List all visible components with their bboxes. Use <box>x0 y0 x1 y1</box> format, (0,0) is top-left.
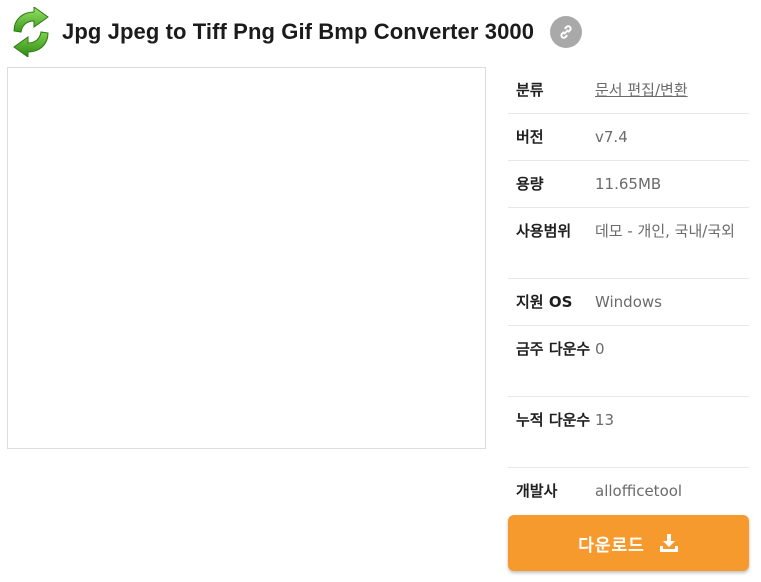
info-value: 11.65MB <box>595 175 662 193</box>
info-table: 분류 문서 편집/변환 버전 v7.4 용량 11.65MB 사용범위 데모 -… <box>508 67 749 515</box>
info-value: v7.4 <box>595 128 628 146</box>
info-value: 0 <box>595 340 605 358</box>
app-screenshot-area <box>7 67 486 449</box>
category-link[interactable]: 문서 편집/변환 <box>595 81 688 99</box>
info-row-size: 용량 11.65MB <box>508 161 749 208</box>
page-title: Jpg Jpeg to Tiff Png Gif Bmp Converter 3… <box>62 19 535 44</box>
copy-link-button[interactable] <box>550 16 583 48</box>
info-label: 용량 <box>516 175 544 193</box>
info-row-total-downloads: 누적 다운수 13 <box>508 397 749 468</box>
info-value: 13 <box>595 411 615 429</box>
info-row-category: 분류 문서 편집/변환 <box>508 67 749 114</box>
info-label: 버전 <box>516 128 544 146</box>
link-icon <box>560 25 572 39</box>
info-label: 누적 다운수 <box>516 411 591 429</box>
info-row-os: 지원 OS Windows <box>508 279 749 326</box>
download-button-label: 다운로드 <box>578 535 645 556</box>
recycle-arrows-icon <box>13 7 49 57</box>
info-value: allofficetool <box>595 482 683 500</box>
info-value: 데모 - 개인, 국내/국외 <box>595 222 735 240</box>
info-label: 분류 <box>516 81 544 99</box>
info-label: 지원 OS <box>516 293 573 311</box>
info-row-weekly-downloads: 금주 다운수 0 <box>508 326 749 397</box>
download-icon <box>659 534 678 552</box>
info-value: 문서 편집/변환 <box>595 78 749 113</box>
info-row-developer: 개발사 allofficetool <box>508 468 749 515</box>
info-value: Windows <box>595 293 662 311</box>
info-label: 사용범위 <box>516 222 572 240</box>
info-label: 금주 다운수 <box>516 340 591 358</box>
info-label: 개발사 <box>516 482 558 500</box>
info-row-license: 사용범위 데모 - 개인, 국내/국외 <box>508 208 749 279</box>
download-button[interactable]: 다운로드 <box>508 515 749 571</box>
page-header: Jpg Jpeg to Tiff Png Gif Bmp Converter 3… <box>8 4 583 60</box>
info-row-version: 버전 v7.4 <box>508 114 749 161</box>
